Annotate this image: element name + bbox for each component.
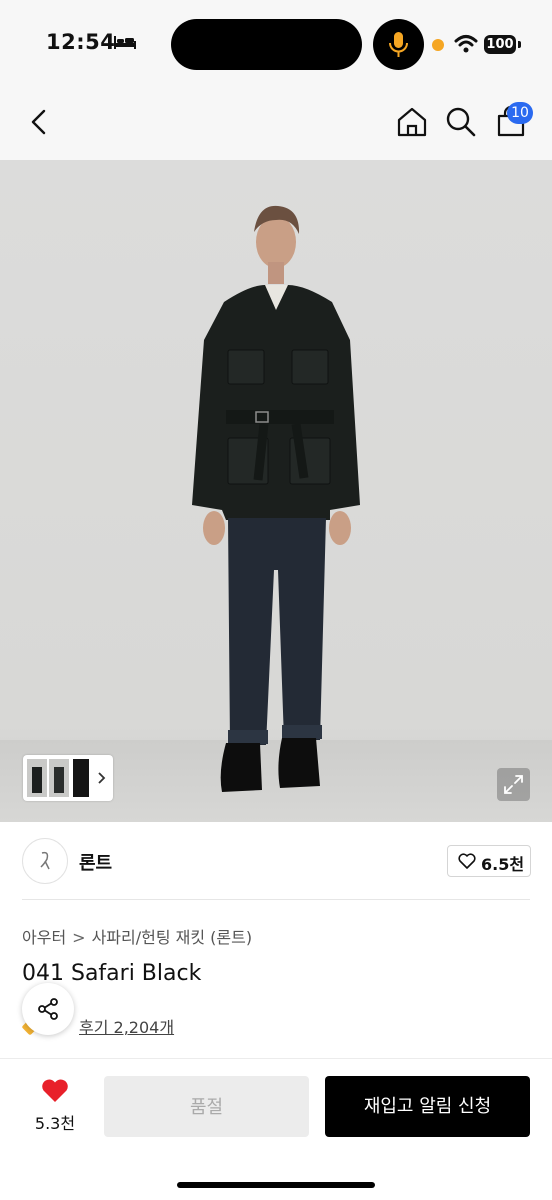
model-figure bbox=[192, 205, 360, 792]
privacy-dot bbox=[432, 39, 444, 51]
restock-alert-button[interactable]: 재입고 알림 신청 bbox=[325, 1076, 530, 1137]
brand-name[interactable]: 론트 bbox=[79, 849, 112, 875]
battery-tip bbox=[518, 41, 521, 48]
search-icon[interactable] bbox=[443, 104, 479, 140]
battery-icon: 100 bbox=[484, 35, 516, 54]
heart-outline-icon bbox=[458, 853, 476, 869]
review-link[interactable]: 후기 2,204개 bbox=[79, 1014, 174, 1038]
divider bbox=[22, 899, 530, 900]
breadcrumb-item-outer[interactable]: 아우터 bbox=[22, 928, 66, 947]
mic-icon bbox=[373, 19, 424, 70]
product-image[interactable] bbox=[0, 160, 552, 822]
brand-logo[interactable] bbox=[22, 838, 68, 884]
top-nav bbox=[0, 90, 552, 160]
status-time: 12:54 bbox=[46, 30, 116, 54]
breadcrumb: 아우터 > 사파리/헌팅 재킷 (론트) bbox=[22, 924, 252, 948]
breadcrumb-separator: > bbox=[72, 928, 86, 947]
share-button[interactable] bbox=[22, 983, 74, 1035]
brand-like-button[interactable]: 6.5천 bbox=[447, 845, 531, 877]
wifi-icon bbox=[454, 35, 478, 53]
thumbnail-strip[interactable] bbox=[23, 755, 113, 801]
chevron-right-icon bbox=[98, 772, 106, 784]
wish-button[interactable]: 5.3천 bbox=[30, 1078, 80, 1134]
breadcrumb-item-category[interactable]: 사파리/헌팅 재킷 (론트) bbox=[92, 928, 253, 947]
expand-icon[interactable] bbox=[497, 768, 530, 801]
home-indicator[interactable] bbox=[177, 1182, 375, 1188]
heart-filled-icon bbox=[42, 1079, 68, 1102]
wish-count: 5.3천 bbox=[34, 1114, 76, 1133]
back-icon[interactable] bbox=[22, 104, 58, 140]
thumbnail-images bbox=[27, 759, 106, 797]
soldout-button: 품절 bbox=[104, 1076, 309, 1137]
dynamic-island bbox=[171, 19, 362, 70]
bed-icon bbox=[114, 36, 136, 49]
bottom-divider bbox=[0, 1058, 552, 1059]
brand-like-count: 6.5천 bbox=[481, 855, 525, 874]
status-bar: 12:54 100 bbox=[0, 0, 552, 90]
home-icon[interactable] bbox=[394, 104, 430, 140]
cart-badge: 10 bbox=[507, 102, 533, 124]
share-icon bbox=[38, 998, 58, 1020]
